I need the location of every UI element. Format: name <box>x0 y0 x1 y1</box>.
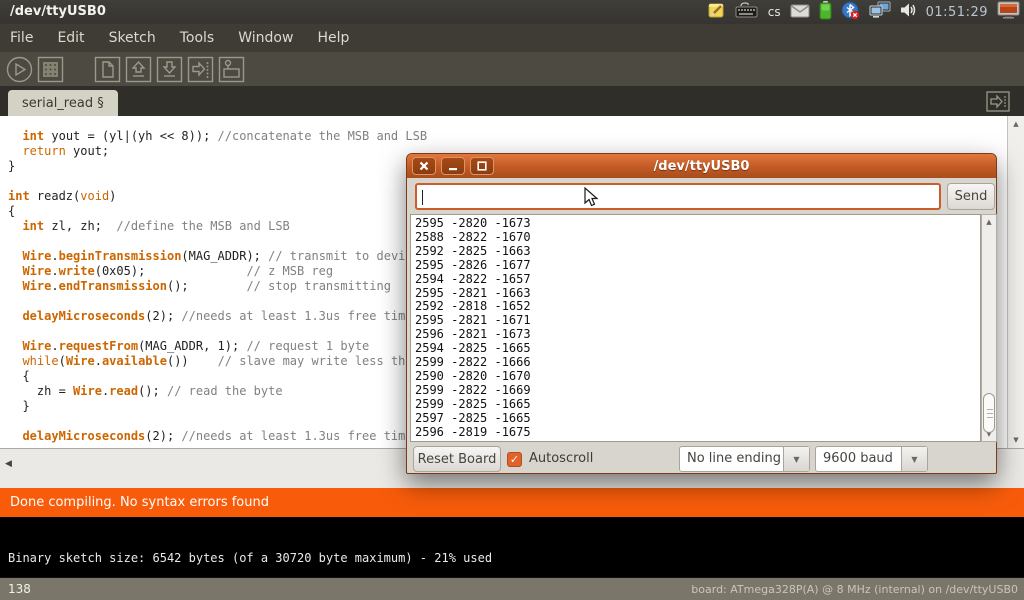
verify-button[interactable] <box>6 56 33 83</box>
reset-board-label: Reset Board <box>418 452 497 467</box>
compile-status-bar: Done compiling. No syntax errors found <box>0 488 1024 517</box>
code-lines: int yout = (yl|(yh << 8)); //concatenate… <box>8 129 427 444</box>
tab-menu-icon[interactable] <box>986 91 1010 112</box>
toolbar <box>0 52 1024 86</box>
maximize-icon[interactable] <box>470 157 494 175</box>
console-output: Binary sketch size: 6542 bytes (of a 307… <box>0 517 1024 577</box>
line-ending-value: No line ending <box>680 447 783 471</box>
baud-rate-dropdown[interactable]: 9600 baud ▼ <box>815 446 928 472</box>
open-button[interactable] <box>125 56 152 83</box>
new-sketch-button[interactable] <box>94 56 121 83</box>
console-text: Binary sketch size: 6542 bytes (of a 307… <box>8 551 492 565</box>
tab-bar: serial_read § <box>0 86 1024 116</box>
tab-label: serial_read § <box>22 96 104 111</box>
serial-row: 2599 -2825 -1665 <box>415 398 980 412</box>
autoscroll-checkbox[interactable]: ✓ <box>507 452 522 467</box>
serial-input-field[interactable] <box>415 183 941 210</box>
serial-scrollbar[interactable]: ▲ ▼ <box>981 214 997 442</box>
serial-row: 2595 -2820 -1673 <box>415 217 980 231</box>
top-panel: /dev/ttyUSB0 cs 01:51:29 <box>0 0 1024 24</box>
clock[interactable]: 01:51:29 <box>926 5 988 20</box>
serial-row: 2595 -2821 -1671 <box>415 314 980 328</box>
close-icon[interactable] <box>412 157 436 175</box>
scroll-down-icon[interactable]: ▼ <box>1008 436 1024 444</box>
scrollbar-thumb[interactable] <box>983 393 995 433</box>
scroll-up-icon[interactable]: ▲ <box>982 218 996 226</box>
autoscroll-label: Autoscroll <box>529 451 593 466</box>
menubar: File Edit Sketch Tools Window Help <box>0 24 1024 52</box>
note-icon[interactable] <box>708 1 726 23</box>
keyboard-layout-indicator[interactable]: cs <box>768 5 781 19</box>
menu-tools[interactable]: Tools <box>180 30 215 46</box>
scroll-up-icon[interactable]: ▲ <box>1008 120 1024 128</box>
upload-button[interactable] <box>187 56 214 83</box>
editor-vertical-scrollbar[interactable]: ▲ ▼ <box>1007 116 1024 448</box>
menu-file[interactable]: File <box>10 30 33 46</box>
serial-row: 2594 -2825 -1665 <box>415 342 980 356</box>
display-icon[interactable] <box>997 1 1020 23</box>
serial-row: 2590 -2820 -1670 <box>415 370 980 384</box>
serial-window-titlebar[interactable]: /dev/ttyUSB0 <box>407 154 996 178</box>
serial-row: 2599 -2822 -1666 <box>415 356 980 370</box>
chevron-down-icon[interactable]: ▼ <box>783 447 809 471</box>
serial-row: 2592 -2818 -1652 <box>415 300 980 314</box>
send-button[interactable]: Send <box>947 183 995 210</box>
serial-row: 2597 -2825 -1665 <box>415 412 980 426</box>
serial-row: 2592 -2825 -1663 <box>415 245 980 259</box>
serial-monitor-button[interactable] <box>218 56 245 83</box>
text-caret <box>422 190 423 205</box>
bluetooth-off-icon[interactable] <box>841 1 860 24</box>
serial-row: 2596 -2819 -1675 <box>415 426 980 440</box>
system-tray: cs 01:51:29 <box>708 0 1020 24</box>
tab-serial-read[interactable]: serial_read § <box>8 90 118 116</box>
footer-status-bar: 138 board: ATmega328P(A) @ 8 MHz (intern… <box>0 577 1024 600</box>
serial-window-title: /dev/ttyUSB0 <box>407 159 996 174</box>
serial-monitor-window: /dev/ttyUSB0 Send 2595 -2820 -16732588 -… <box>406 153 997 474</box>
serial-row: 2594 -2822 -1657 <box>415 273 980 287</box>
scroll-left-icon[interactable]: ◀ <box>5 459 12 469</box>
serial-window-body: Send 2595 -2820 -16732588 -2822 -1670259… <box>407 178 996 475</box>
keyboard-icon[interactable] <box>735 2 759 22</box>
chevron-down-icon[interactable]: ▼ <box>901 447 927 471</box>
line-ending-dropdown[interactable]: No line ending ▼ <box>679 446 810 472</box>
reset-board-button[interactable]: Reset Board <box>413 446 501 472</box>
mouse-cursor <box>584 187 599 212</box>
battery-icon[interactable] <box>819 1 832 24</box>
network-icon[interactable] <box>869 1 891 23</box>
minimize-icon[interactable] <box>441 157 465 175</box>
panel-window-title: /dev/ttyUSB0 <box>10 4 106 19</box>
baud-rate-value: 9600 baud <box>816 447 901 471</box>
menu-help[interactable]: Help <box>317 30 349 46</box>
menu-edit[interactable]: Edit <box>57 30 84 46</box>
send-button-label: Send <box>955 189 988 204</box>
serial-row: 2595 -2821 -1663 <box>415 287 980 301</box>
serial-row: 2588 -2822 -1670 <box>415 231 980 245</box>
serial-controls-row: Reset Board ✓ Autoscroll No line ending … <box>407 446 996 475</box>
serial-output[interactable]: 2595 -2820 -16732588 -2822 -16702592 -28… <box>410 214 981 442</box>
board-info: board: ATmega328P(A) @ 8 MHz (internal) … <box>691 583 1018 596</box>
line-number-indicator: 138 <box>8 582 31 596</box>
save-button[interactable] <box>156 56 183 83</box>
mail-icon[interactable] <box>790 3 810 22</box>
menu-window[interactable]: Window <box>238 30 293 46</box>
menu-sketch[interactable]: Sketch <box>109 30 156 46</box>
serial-row: 2599 -2822 -1669 <box>415 384 980 398</box>
stop-button[interactable] <box>37 56 64 83</box>
serial-row: 2596 -2821 -1673 <box>415 328 980 342</box>
serial-row: 2595 -2826 -1677 <box>415 259 980 273</box>
volume-icon[interactable] <box>900 2 917 22</box>
status-message: Done compiling. No syntax errors found <box>10 495 269 510</box>
